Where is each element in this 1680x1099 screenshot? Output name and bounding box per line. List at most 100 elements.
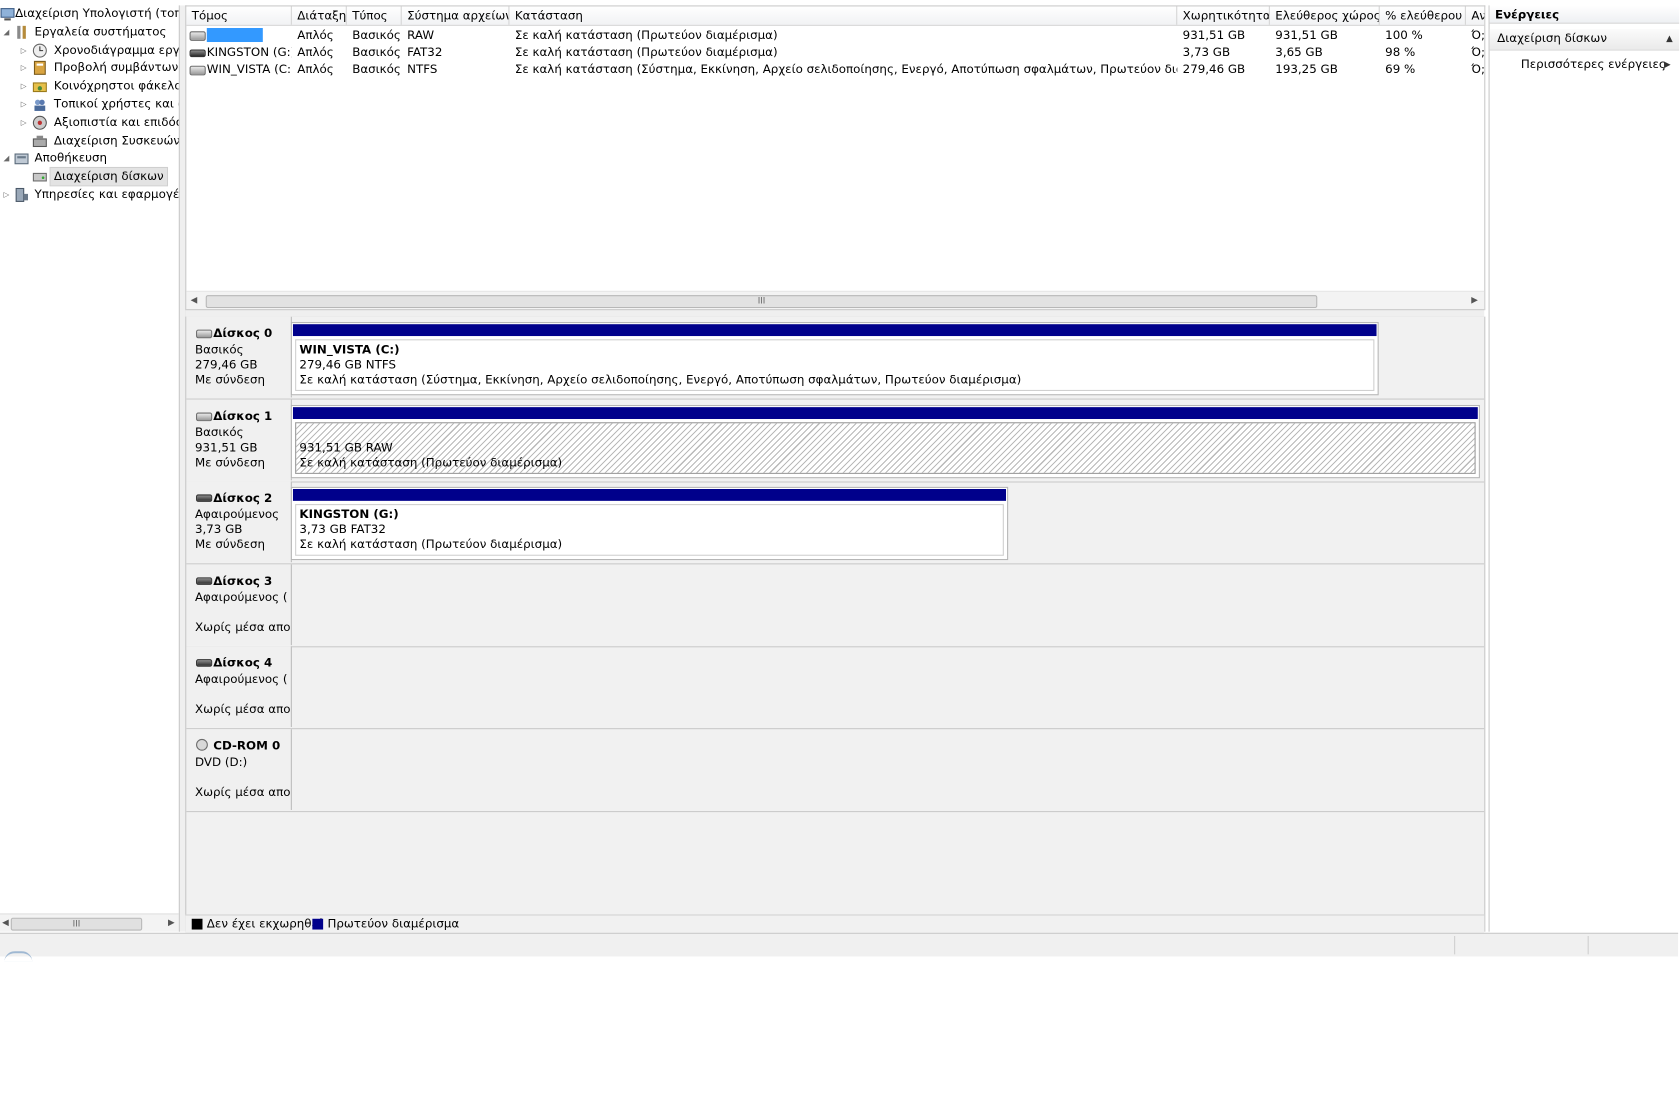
volume-cell-fs: RAW [407, 28, 435, 43]
tree-item-label: Διαχείριση Υπολογιστή (τοπικά) [15, 6, 179, 21]
services-icon [14, 187, 29, 202]
partition-block[interactable]: WIN_VISTA (C:) 279,46 GB NTFS Σε καλή κατά… [290, 322, 1379, 396]
collapsed-arrow-icon[interactable]: ▷ [1, 186, 12, 203]
partition-status: Σε καλή κατάσταση (Πρωτεύον διαμέρισμα) [299, 537, 563, 552]
partition-details: 931,51 GB RAW Σε καλή κατάσταση (Πρωτεύον… [295, 421, 1476, 474]
disk-info[interactable]: Δίσκος 1 Βασικός 931,51 GB Με σύνδεση [186, 399, 292, 480]
tree-horizontal-scrollbar[interactable]: ◀ III ▶ [0, 913, 179, 932]
event-viewer-icon [32, 61, 47, 76]
selected-volume-name[interactable] [206, 27, 263, 42]
disk-type: Αφαιρούμενος [194, 507, 280, 522]
scroll-right-icon[interactable]: ▶ [164, 914, 179, 931]
tree-scroll-thumb[interactable]: III [10, 917, 143, 931]
disk-graphical-view: Δίσκος 0 Βασικός 279,46 GB Με σύνδεση WIN_VI… [185, 316, 1486, 932]
column-header[interactable]: Σύστημα αρχείων [402, 6, 510, 25]
disk-type: DVD (D:) [194, 754, 248, 769]
tree-item-label: Προβολή συμβάντων [53, 60, 179, 75]
legend-swatch [191, 918, 203, 930]
volume-cell-status: Σε καλή κατάσταση (Πρωτεύον διαμέρισμα) [514, 45, 778, 60]
column-header[interactable]: Κατάσταση [509, 6, 1178, 25]
column-header[interactable]: Τόμος [186, 6, 292, 25]
volume-row[interactable]: WIN_VISTA (C:) Απλός Βασικός NTFS Σε καλή κα… [186, 61, 1484, 78]
volume-cell-free: 193,25 GB [1275, 62, 1338, 77]
volume-list: Τόμος Διάταξη Τύπος Σύστημα αρχείων Κατάστασ… [185, 5, 1486, 311]
partition-detail: 279,46 GB NTFS [299, 357, 396, 372]
disk-size: 931,51 GB [194, 439, 258, 454]
scroll-left-icon[interactable]: ◀ [186, 292, 201, 309]
tree-item[interactable]: ▷ Χρονοδιάγραμμα εργασιών [0, 42, 179, 59]
actions-pane: Ενέργειες Διαχείριση δίσκων ▲ Περισσότερ… [1488, 5, 1680, 932]
more-actions-item[interactable]: Περισσότερες ενέργειες ▶ [1490, 55, 1680, 74]
volume-cell-capacity: 931,51 GB [1182, 28, 1246, 43]
volume-cell-pct: 98 % [1385, 45, 1416, 60]
column-header[interactable]: Διάταξη [292, 6, 347, 25]
cdrom-icon [196, 738, 208, 751]
disk-type: Βασικός [194, 424, 244, 439]
collapsed-arrow-icon[interactable]: ▷ [18, 78, 29, 95]
hard-disk-icon [196, 411, 213, 421]
disk-info[interactable]: Δίσκος 0 Βασικός 279,46 GB Με σύνδεση [186, 316, 292, 398]
collapse-up-icon[interactable]: ▲ [1666, 29, 1673, 48]
partition-detail: 3,73 GB FAT32 [299, 522, 386, 537]
storage-icon [14, 151, 29, 166]
column-header[interactable]: Τύπος [347, 6, 402, 25]
tree-item-label: Τοπικοί χρήστες και ομάδες [53, 96, 179, 111]
performance-icon [32, 115, 47, 130]
column-header[interactable]: Χωρητικότητα [1177, 6, 1270, 25]
tree-item[interactable]: ▷ Τοπικοί χρήστες και ομάδες [0, 96, 179, 113]
tree-item[interactable]: ▷ Προβολή συμβάντων [0, 60, 179, 77]
tree-item-label: Υπηρεσίες και εφαρμογές [34, 187, 179, 202]
volume-cell-status: Σε καλή κατάσταση (Πρωτεύον διαμέρισμα) [514, 28, 778, 43]
status-divider [1454, 935, 1456, 955]
tree-item[interactable]: ◢ Αποθήκευση [0, 150, 179, 167]
tree-item[interactable]: ◢ Εργαλεία συστήματος [0, 23, 179, 40]
tree-item[interactable]: ▷ Αξιοπιστία και επιδόσεις [0, 114, 179, 131]
tree-item[interactable]: Διαχείριση Συσκευών [0, 132, 179, 149]
partition-block[interactable]: 931,51 GB RAW Σε καλή κατάσταση (Πρωτεύον… [290, 404, 1480, 478]
legend: Δεν έχει εκχωρηθεί Πρωτεύον διαμέρισμα [185, 914, 1485, 933]
scroll-right-icon[interactable]: ▶ [1467, 292, 1482, 309]
disk-info[interactable]: Δίσκος 4 Αφαιρούμενος (Χωρίς μέσα απο [186, 646, 292, 728]
tree-item[interactable]: Διαχείριση Υπολογιστή (τοπικά) [0, 5, 179, 22]
disk-row: Δίσκος 4 Αφαιρούμενος (Χωρίς μέσα απο [186, 646, 1485, 730]
tree-item[interactable]: Διαχείριση δίσκων [0, 167, 179, 187]
disk-row: CD-ROM 0 DVD (D:) Χωρίς μέσα απο [186, 728, 1485, 812]
hard-disk-icon [196, 329, 213, 339]
collapsed-arrow-icon[interactable]: ▷ [18, 60, 29, 77]
volume-name: WIN_VISTA (C:) [206, 62, 292, 77]
disk-info[interactable]: CD-ROM 0 DVD (D:) Χωρίς μέσα απο [186, 728, 292, 810]
disk-name: Δίσκος 1 [213, 408, 273, 423]
tree-item[interactable]: ▷ Κοινόχρηστοι φάκελοι [0, 78, 179, 95]
collapsed-arrow-icon[interactable]: ▷ [18, 114, 29, 131]
column-header[interactable]: Αν [1466, 6, 1484, 24]
console-tree: Διαχείριση Υπολογιστή (τοπικά) ◢Εργαλεία … [0, 5, 179, 930]
partition-detail: 931,51 GB RAW [299, 439, 393, 454]
partition-label: WIN_VISTA (C:) [299, 342, 400, 357]
volume-list-horizontal-scrollbar[interactable]: ◀ III ▶ [186, 290, 1485, 310]
tree-item[interactable]: ▷ Υπηρεσίες και εφαρμογές [0, 186, 179, 203]
disk-type: Αφαιρούμενος ( [194, 672, 288, 687]
expanded-arrow-icon[interactable]: ◢ [1, 150, 12, 167]
expanded-arrow-icon[interactable]: ◢ [1, 23, 12, 40]
column-header[interactable]: Ελεύθερος χώρος [1270, 6, 1380, 25]
disk-info[interactable]: Δίσκος 2 Αφαιρούμενος 3,73 GB Με σύνδεση [186, 481, 292, 563]
collapsed-arrow-icon[interactable]: ▷ [18, 96, 29, 113]
column-header[interactable]: % ελεύθερου [1380, 6, 1466, 25]
volume-cell-pct: 69 % [1385, 62, 1416, 77]
hard-disk-icon [189, 65, 206, 76]
clock-icon [32, 43, 47, 58]
volume-row[interactable]: KINGSTON (G:) Απλός Βασικός FAT32 Σε καλή κα… [186, 44, 1484, 61]
partition-block[interactable]: KINGSTON (G:) 3,73 GB FAT32 Σε καλή κατάστ… [290, 486, 1009, 561]
disk-row: Δίσκος 3 Αφαιρούμενος (Χωρίς μέσα απο [186, 563, 1485, 647]
disk-row: Δίσκος 0 Βασικός 279,46 GB Με σύνδεση WIN_VI… [186, 316, 1485, 400]
disk-info[interactable]: Δίσκος 3 Αφαιρούμενος (Χωρίς μέσα απο [186, 563, 292, 645]
volume-scroll-thumb[interactable]: III [205, 295, 1318, 309]
status-bar [0, 932, 1679, 957]
volume-cell-layout: Απλός [297, 45, 334, 60]
primary-partition-bar [292, 489, 1007, 501]
tools-icon [14, 25, 29, 40]
volume-cell-capacity: 3,73 GB [1182, 45, 1231, 60]
volume-row[interactable]: Απλός Βασικός RAW Σε καλή κατάσταση (Πρωτεύ… [186, 27, 1484, 44]
collapsed-arrow-icon[interactable]: ▷ [18, 42, 29, 59]
actions-section-disk-management[interactable]: Διαχείριση δίσκων ▲ [1489, 29, 1680, 51]
